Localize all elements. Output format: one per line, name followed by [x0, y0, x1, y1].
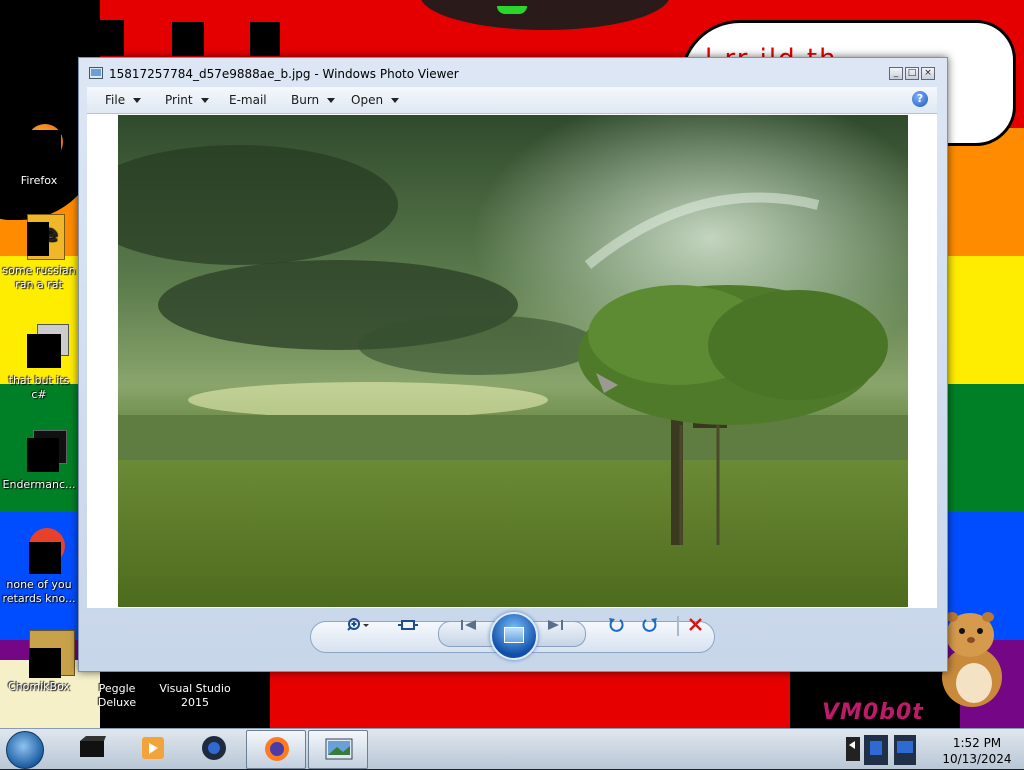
desktop-icon-redacted[interactable] [100, 20, 124, 56]
desktop-icon-firefox[interactable]: Firefox [2, 124, 76, 188]
window-app-icon [15, 428, 67, 476]
desktop-icon-label: none of you retards kno... [2, 578, 76, 605]
maximize-button[interactable]: □ [905, 67, 919, 80]
help-icon[interactable]: ? [912, 91, 928, 107]
desktop-icon-russian-rat[interactable]: e some russian ran a rat [2, 214, 76, 292]
window-titlebar[interactable]: 15817257784_d57e9888ae_b.jpg - Windows P… [79, 58, 947, 88]
photo-viewer-app-icon [89, 67, 103, 79]
displayed-photo [118, 115, 908, 607]
previous-icon[interactable] [457, 616, 481, 634]
firefox-icon [265, 737, 289, 761]
chomikbox-icon [15, 630, 75, 678]
media-player-icon [142, 737, 164, 759]
chevron-down-icon [200, 98, 209, 103]
black-box-icon [80, 736, 106, 757]
stack-icon [15, 324, 69, 372]
menu-email[interactable]: E-mail [229, 93, 267, 107]
rotate-clockwise-icon[interactable] [639, 616, 661, 634]
desktop-icon-visual-studio[interactable]: Visual Studio 2015 [158, 682, 232, 710]
close-button[interactable]: × [921, 67, 935, 80]
taskbar-clock[interactable]: 1:52 PM 10/13/2024 [935, 735, 1019, 767]
toolbar-separator [677, 616, 679, 636]
menu-bar: File Print E-mail Burn Open ? [87, 87, 937, 114]
taskbar-app-1[interactable] [62, 730, 120, 767]
desktop-icon-redacted[interactable] [250, 22, 280, 56]
chevron-down-icon [327, 98, 336, 103]
taskbar-media-player[interactable] [122, 730, 180, 767]
taskbar-photo-viewer[interactable] [308, 730, 368, 769]
desktop-icon-chomikbox[interactable]: ChomikBox [2, 630, 76, 694]
taskbar-app-3[interactable] [184, 730, 242, 767]
system-tray [842, 731, 922, 767]
orb-icon [202, 736, 226, 760]
firefox-icon [15, 124, 63, 172]
app-icon [15, 528, 65, 576]
taskbar: 1:52 PM 10/13/2024 [0, 728, 1024, 769]
viewer-controls [87, 610, 937, 666]
clock-date: 10/13/2024 [942, 752, 1012, 766]
desktop-icon-label: ChomikBox [8, 680, 70, 693]
slideshow-icon[interactable] [490, 612, 538, 660]
desktop-icon-peggle[interactable]: Peggle Deluxe [80, 682, 154, 710]
clock-time: 1:52 PM [952, 736, 1002, 750]
desktop-icon-that-but-csharp[interactable]: that but its c# [2, 324, 76, 402]
menu-file[interactable]: File [105, 93, 142, 107]
desktop-icon-label: Visual Studio 2015 [159, 682, 231, 709]
menu-print[interactable]: Print [165, 93, 209, 107]
next-icon[interactable] [543, 616, 567, 634]
wallpaper-character-eyes [497, 6, 527, 14]
taskbar-firefox[interactable] [246, 730, 306, 769]
desktop-icon-none-of-you[interactable]: none of you retards kno... [2, 528, 76, 606]
fit-to-window-icon[interactable] [397, 616, 419, 634]
menu-open[interactable]: Open [351, 93, 400, 107]
file-icon: e [15, 214, 65, 262]
menu-burn[interactable]: Burn [291, 93, 336, 107]
desktop-icon-redacted[interactable] [172, 22, 204, 56]
wallpaper-floor-red [270, 670, 790, 728]
desktop-icon-label: Endermanc... [2, 478, 76, 491]
desktop-icon-label: that but its c# [8, 374, 70, 401]
window-title: 15817257784_d57e9888ae_b.jpg - Windows P… [109, 67, 459, 81]
wallpaper-signature: VM0b0t [822, 700, 924, 725]
image-viewport [87, 114, 937, 608]
tray-icons [846, 735, 916, 765]
chevron-down-icon [133, 98, 142, 103]
delete-icon[interactable] [685, 616, 707, 634]
zoom-icon[interactable] [345, 616, 371, 634]
start-button[interactable] [6, 731, 44, 769]
desktop-icon-label: Firefox [20, 174, 58, 187]
photo-viewer-window[interactable]: 15817257784_d57e9888ae_b.jpg - Windows P… [78, 57, 948, 672]
desktop-icon-endermanch[interactable]: Endermanc... [2, 428, 76, 492]
desktop-icon-label: Peggle Deluxe [97, 682, 137, 709]
photo-viewer-icon [325, 738, 353, 760]
minimize-button[interactable]: _ [889, 67, 903, 80]
slideshow-screen-glyph [504, 627, 524, 643]
rotate-counterclockwise-icon[interactable] [605, 616, 627, 634]
chevron-down-icon [391, 98, 400, 103]
desktop-icon-label: some russian ran a rat [2, 264, 76, 291]
